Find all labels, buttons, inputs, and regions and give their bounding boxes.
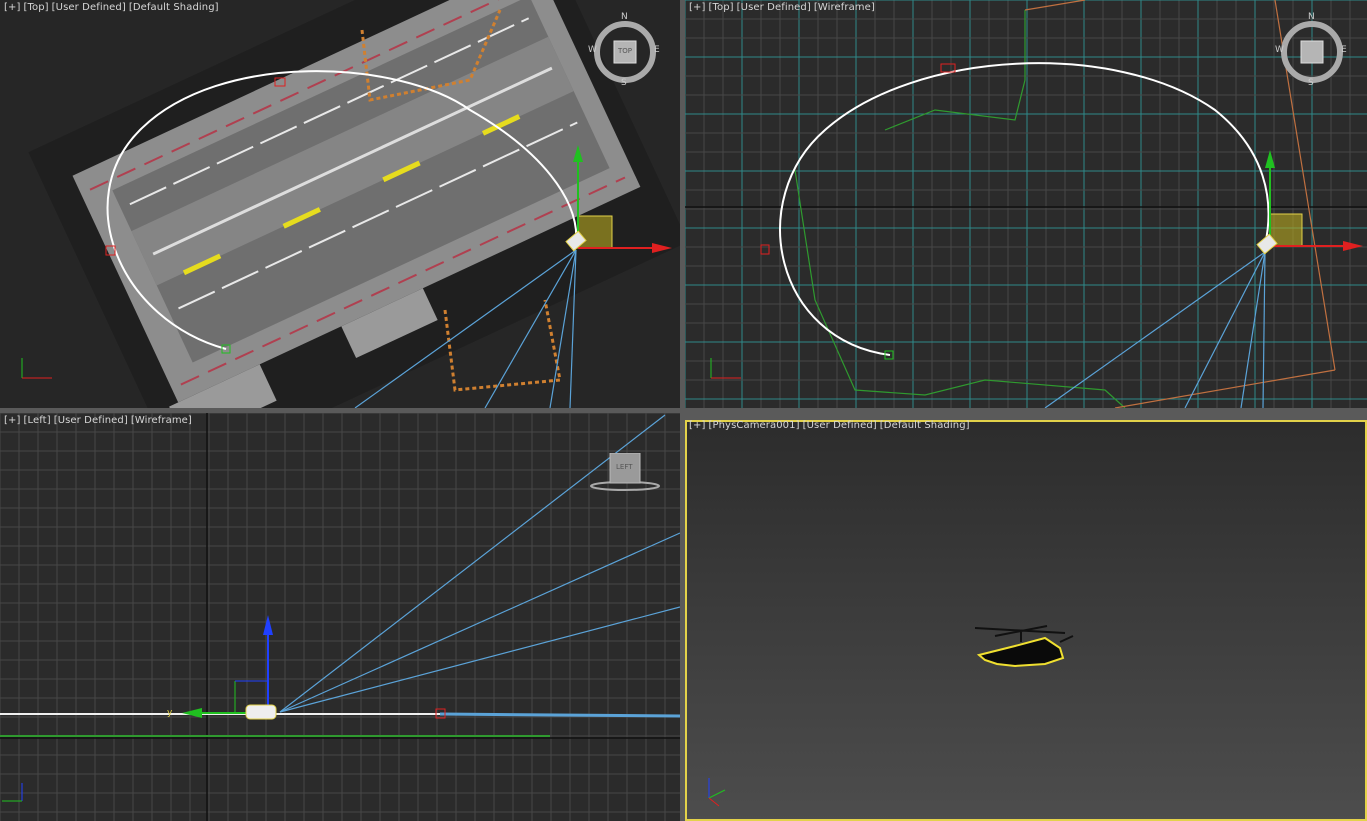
- shading-mode-button[interactable]: [Default Shading]: [129, 2, 219, 13]
- viewport-label: [+] [Top] [User Defined] [Wireframe]: [689, 2, 878, 13]
- viewcube-face-label: TOP: [618, 47, 633, 55]
- viewport-menu-button[interactable]: [+]: [689, 420, 705, 431]
- top-wireframe-canvas[interactable]: [685, 0, 1367, 408]
- compass-w: W: [588, 45, 597, 55]
- view-preset-button[interactable]: [User Defined]: [54, 415, 128, 426]
- viewport-camera[interactable]: [+] [PhysCamera001] [User Defined] [Default…: [685, 420, 1367, 821]
- viewcube-icon[interactable]: LEFT: [590, 453, 660, 493]
- shading-mode-button[interactable]: [Default Shading]: [880, 420, 970, 431]
- compass-e: E: [1341, 45, 1347, 55]
- view-preset-button[interactable]: [User Defined]: [803, 420, 877, 431]
- axis-tripod-icon: [708, 778, 726, 807]
- compass-w: W: [1275, 45, 1284, 55]
- view-type-button[interactable]: [Top]: [708, 2, 733, 13]
- viewport-top-wireframe[interactable]: [+] [Top] [User Defined] [Wireframe] N S E …: [685, 0, 1367, 408]
- shading-mode-button[interactable]: [Wireframe]: [131, 415, 192, 426]
- camera-icon[interactable]: [245, 704, 277, 720]
- shading-mode-button[interactable]: [Wireframe]: [814, 2, 875, 13]
- viewport-menu-button[interactable]: [+]: [4, 2, 20, 13]
- camera-canvas[interactable]: [685, 420, 1367, 821]
- viewport-label: [+] [Left] [User Defined] [Wireframe]: [4, 415, 195, 426]
- view-type-button[interactable]: [Top]: [23, 2, 48, 13]
- compass-e: E: [654, 45, 660, 55]
- view-type-button[interactable]: [Left]: [23, 415, 50, 426]
- viewcube-face-label: LEFT: [616, 463, 633, 471]
- top-shaded-canvas[interactable]: [0, 0, 680, 408]
- left-wireframe-canvas[interactable]: y: [0, 413, 680, 821]
- compass-n: N: [621, 12, 628, 22]
- view-preset-button[interactable]: [User Defined]: [737, 2, 811, 13]
- axis-y-label: y: [167, 708, 173, 718]
- compass-n: N: [1308, 12, 1315, 22]
- view-preset-button[interactable]: [User Defined]: [52, 2, 126, 13]
- viewport-menu-button[interactable]: [+]: [4, 415, 20, 426]
- viewcube-icon[interactable]: TOP N S E W: [588, 12, 660, 88]
- viewport-label: [+] [Top] [User Defined] [Default Shading]: [4, 2, 222, 13]
- helicopter-icon[interactable]: [974, 625, 1074, 668]
- view-type-button[interactable]: [PhysCamera001]: [708, 420, 799, 431]
- compass-s: S: [621, 78, 627, 88]
- viewcube-icon[interactable]: N S E W: [1275, 12, 1347, 88]
- viewport-left-wireframe[interactable]: y [+] [Left] [User Defined] [Wireframe] LEF…: [0, 413, 680, 821]
- viewport-top-shaded[interactable]: [+] [Top] [User Defined] [Default Shading] …: [0, 0, 680, 408]
- viewport-label: [+] [PhysCamera001] [User Defined] [Default…: [689, 420, 973, 431]
- compass-s: S: [1308, 78, 1314, 88]
- viewport-menu-button[interactable]: [+]: [689, 2, 705, 13]
